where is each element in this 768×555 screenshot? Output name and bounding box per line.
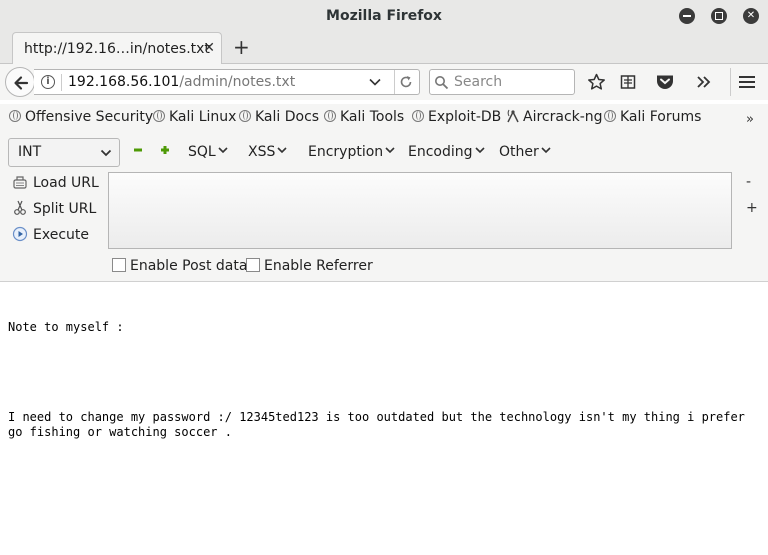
split-url-label: Split URL: [33, 201, 97, 217]
bookmark-kali-docs[interactable]: Kali Docs: [239, 109, 319, 125]
enable-post-checkbox[interactable]: Enable Post data: [112, 258, 247, 274]
bookmark-offensive-security[interactable]: Offensive Security: [9, 109, 153, 125]
hackbar-url-textarea[interactable]: [108, 172, 732, 249]
url-text[interactable]: 192.168.56.101/admin/notes.txt: [68, 74, 295, 90]
navigation-bar: i 192.168.56.101/admin/notes.txt Search: [0, 64, 768, 100]
hackbar-panel: INT SQL XSS Encryption Encoding Other Lo…: [0, 132, 768, 282]
bookmark-star-icon[interactable]: [587, 73, 606, 91]
minimize-button[interactable]: [679, 8, 695, 24]
bookmarks-overflow-icon[interactable]: »: [746, 112, 754, 127]
tab-strip: http://192.16…in/notes.txt ✕ +: [0, 32, 768, 65]
globe-icon: [412, 110, 424, 122]
chevron-down-icon: [385, 147, 395, 154]
search-placeholder: Search: [454, 74, 503, 90]
type-select-value: INT: [18, 144, 42, 160]
bookmark-kali-forums[interactable]: Kali Forums: [604, 109, 701, 125]
checkbox-box[interactable]: [246, 258, 260, 272]
site-info-icon[interactable]: i: [41, 75, 55, 89]
decrease-button[interactable]: [134, 146, 142, 154]
page-content: Note to myself : I need to change my pas…: [8, 290, 760, 455]
type-select[interactable]: INT: [8, 138, 120, 167]
hamburger-menu-icon[interactable]: [738, 73, 756, 91]
expand-textarea-button[interactable]: +: [746, 200, 758, 216]
split-url-button[interactable]: Split URL: [12, 200, 96, 217]
overflow-menu-icon[interactable]: [696, 73, 712, 91]
url-bar-divider: [61, 74, 62, 91]
menu-label: Encoding: [408, 144, 473, 160]
bookmarks-toolbar: Offensive Security Kali Linux Kali Docs …: [0, 104, 768, 132]
menu-other[interactable]: Other: [499, 144, 551, 160]
globe-icon: [324, 110, 336, 122]
enable-referrer-label: Enable Referrer: [264, 258, 373, 274]
bookmark-kali-tools[interactable]: Kali Tools: [324, 109, 404, 125]
bookmark-label: Kali Linux: [169, 109, 237, 125]
note-heading: Note to myself :: [8, 320, 124, 334]
url-bar-divider-2: [394, 70, 395, 94]
bookmark-aircrack-ng[interactable]: Aircrack-ng: [506, 109, 603, 125]
load-url-label: Load URL: [33, 175, 99, 191]
chevron-down-icon: [474, 147, 485, 154]
menu-label: Other: [499, 144, 539, 160]
chevron-down-icon: [277, 147, 287, 154]
bookmark-label: Exploit-DB: [428, 109, 502, 125]
enable-referrer-checkbox[interactable]: Enable Referrer: [246, 258, 373, 274]
menu-label: XSS: [248, 144, 276, 160]
menu-sql[interactable]: SQL: [188, 144, 228, 160]
globe-icon: [153, 110, 165, 122]
menu-label: Encryption: [308, 144, 384, 160]
title-bar: Mozilla Firefox ✕: [0, 0, 768, 32]
search-input[interactable]: Search: [429, 69, 575, 95]
url-dropdown-icon[interactable]: [368, 75, 382, 89]
scissors-icon: [14, 200, 26, 215]
back-button[interactable]: [5, 67, 35, 97]
bookmark-exploit-db[interactable]: Exploit-DB: [412, 109, 501, 125]
note-body: I need to change my password :/ 12345ted…: [8, 410, 753, 439]
antenna-icon: [507, 109, 519, 123]
back-arrow-icon: [14, 76, 29, 90]
globe-icon: [9, 110, 21, 122]
bookmark-label: Kali Tools: [340, 109, 405, 125]
globe-icon: [239, 110, 251, 122]
shrink-textarea-button[interactable]: -: [746, 174, 751, 190]
menu-encoding[interactable]: Encoding: [408, 144, 485, 160]
execute-button[interactable]: Execute: [12, 226, 89, 243]
load-url-button[interactable]: Load URL: [12, 174, 99, 191]
library-icon[interactable]: [620, 73, 636, 91]
new-tab-button[interactable]: +: [233, 36, 250, 58]
execute-label: Execute: [33, 227, 89, 243]
bookmark-label: Offensive Security: [25, 109, 154, 125]
pocket-icon[interactable]: [655, 73, 675, 91]
menu-encryption[interactable]: Encryption: [308, 144, 395, 160]
chevron-down-icon: [541, 147, 551, 154]
search-icon: [435, 76, 449, 90]
globe-icon: [604, 110, 616, 122]
maximize-button[interactable]: [711, 8, 727, 24]
increase-button[interactable]: [161, 146, 169, 154]
menu-xss[interactable]: XSS: [248, 144, 287, 160]
tab-notes[interactable]: http://192.16…in/notes.txt ✕: [12, 32, 222, 65]
checkbox-box[interactable]: [112, 258, 126, 272]
play-icon: [12, 226, 28, 242]
chevron-down-icon: [218, 147, 228, 154]
load-url-icon: [13, 176, 27, 189]
reload-icon[interactable]: [399, 75, 413, 89]
tab-close-icon[interactable]: ✕: [203, 40, 215, 56]
enable-post-label: Enable Post data: [130, 258, 248, 274]
bookmark-label: Kali Docs: [255, 109, 320, 125]
bookmark-kali-linux[interactable]: Kali Linux: [153, 109, 236, 125]
window-title: Mozilla Firefox: [326, 8, 442, 24]
menu-label: SQL: [188, 144, 216, 160]
tab-label: http://192.16…in/notes.txt: [24, 41, 210, 57]
url-path: /admin/notes.txt: [179, 74, 296, 90]
bookmark-label: Kali Forums: [620, 109, 702, 125]
close-window-button[interactable]: ✕: [743, 8, 759, 24]
url-host: 192.168.56.101: [68, 74, 180, 90]
bookmark-label: Aircrack-ng: [523, 109, 603, 125]
url-bar[interactable]: i 192.168.56.101/admin/notes.txt: [34, 69, 420, 95]
toolbar-divider: [730, 68, 731, 96]
chevron-down-icon: [100, 149, 112, 157]
